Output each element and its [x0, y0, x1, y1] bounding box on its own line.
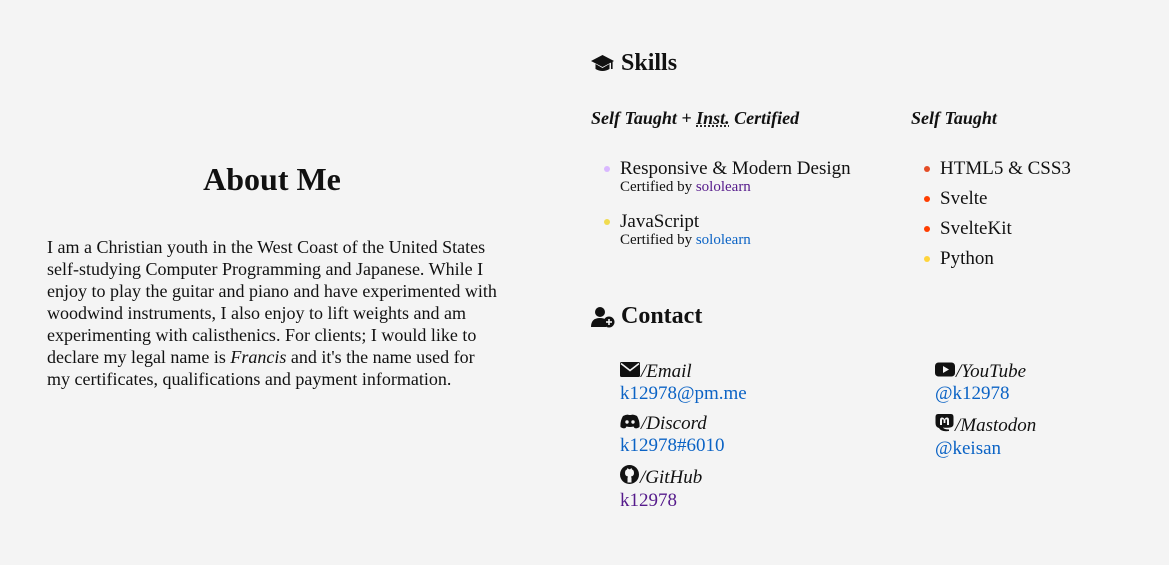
- envelope-icon: [620, 361, 641, 383]
- mastodon-link[interactable]: @keisan: [935, 438, 1036, 460]
- github-label: /GitHub: [640, 466, 703, 488]
- bullet-dot: [604, 166, 610, 172]
- github-link[interactable]: k12978: [620, 490, 702, 512]
- certified-skills-list: Responsive & Modern Design Certified by …: [591, 159, 851, 249]
- list-item: JavaScript Certified by sololearn: [591, 212, 851, 249]
- youtube-icon: [935, 361, 956, 383]
- github-icon: [620, 465, 640, 490]
- cert-prefix: Certified by: [620, 232, 696, 248]
- discord-link[interactable]: k12978#6010: [620, 435, 725, 457]
- bullet-dot: [604, 219, 610, 225]
- mastodon-label: /Mastodon: [955, 414, 1037, 436]
- contact-email: /Email k12978@pm.me: [620, 361, 747, 405]
- contact-mastodon: /Mastodon @keisan: [935, 413, 1036, 460]
- contact-github: /GitHub k12978: [620, 465, 702, 512]
- list-item: Responsive & Modern Design Certified by …: [591, 159, 851, 196]
- about-section: About Me I am a Christian youth in the W…: [47, 160, 497, 390]
- about-title: About Me: [203, 161, 341, 197]
- sololearn-link[interactable]: sololearn: [696, 179, 751, 195]
- skills-heading: Skills: [590, 50, 677, 77]
- email-label: /Email: [641, 361, 692, 382]
- list-item: Svelte: [911, 189, 1071, 209]
- user-plus-icon: [591, 306, 615, 328]
- certified-title-part-1: Self Taught +: [591, 108, 697, 128]
- skill-name: Python: [940, 248, 994, 269]
- certification-note: Certified by sololearn: [620, 179, 851, 196]
- discord-label: /Discord: [641, 413, 707, 434]
- bullet-dot: [924, 226, 930, 232]
- list-item: Python: [911, 249, 1071, 269]
- skill-name: Svelte: [940, 188, 988, 209]
- contact-heading: Contact: [591, 303, 702, 330]
- page: About Me I am a Christian youth in the W…: [0, 0, 1169, 565]
- skill-name: Responsive & Modern Design: [620, 158, 851, 179]
- certified-column-title: Self Taught + Inst. Certified: [591, 108, 799, 129]
- contact-label: /Email: [620, 361, 747, 383]
- contact-youtube: /YouTube @k12978: [935, 361, 1026, 405]
- about-text: I am a Christian youth in the West Coast…: [47, 236, 497, 390]
- contact-discord: /Discord k12978#6010: [620, 413, 725, 457]
- contact-label: /Discord: [620, 413, 725, 435]
- skill-name: SvelteKit: [940, 218, 1012, 239]
- youtube-link[interactable]: @k12978: [935, 383, 1026, 405]
- graduation-cap-icon: [590, 54, 615, 74]
- inst-abbreviation: Inst.: [696, 108, 730, 128]
- certified-title-part-2: Certified: [729, 108, 800, 128]
- bullet-dot: [924, 256, 930, 262]
- skill-name: HTML5 & CSS3: [940, 158, 1071, 179]
- contact-heading-label: Contact: [621, 303, 703, 329]
- contact-label: /GitHub: [620, 465, 702, 490]
- cert-prefix: Certified by: [620, 179, 696, 195]
- skills-heading-label: Skills: [621, 50, 678, 76]
- contact-label: /Mastodon: [935, 413, 1036, 438]
- email-link[interactable]: k12978@pm.me: [620, 383, 747, 405]
- contact-label: /YouTube: [935, 361, 1026, 383]
- bullet-dot: [924, 196, 930, 202]
- discord-icon: [620, 413, 641, 435]
- self-taught-column-title: Self Taught: [911, 108, 997, 128]
- youtube-label: /YouTube: [956, 361, 1027, 382]
- bullet-dot: [924, 166, 930, 172]
- list-item: SvelteKit: [911, 219, 1071, 239]
- sololearn-link[interactable]: sololearn: [696, 232, 751, 248]
- skill-name: JavaScript: [620, 211, 700, 232]
- legal-name: Francis: [230, 347, 287, 368]
- list-item: HTML5 & CSS3: [911, 159, 1071, 179]
- self-taught-skills-list: HTML5 & CSS3 Svelte SvelteKit Python: [911, 159, 1071, 269]
- mastodon-icon: [935, 413, 955, 438]
- certification-note: Certified by sololearn: [620, 232, 851, 249]
